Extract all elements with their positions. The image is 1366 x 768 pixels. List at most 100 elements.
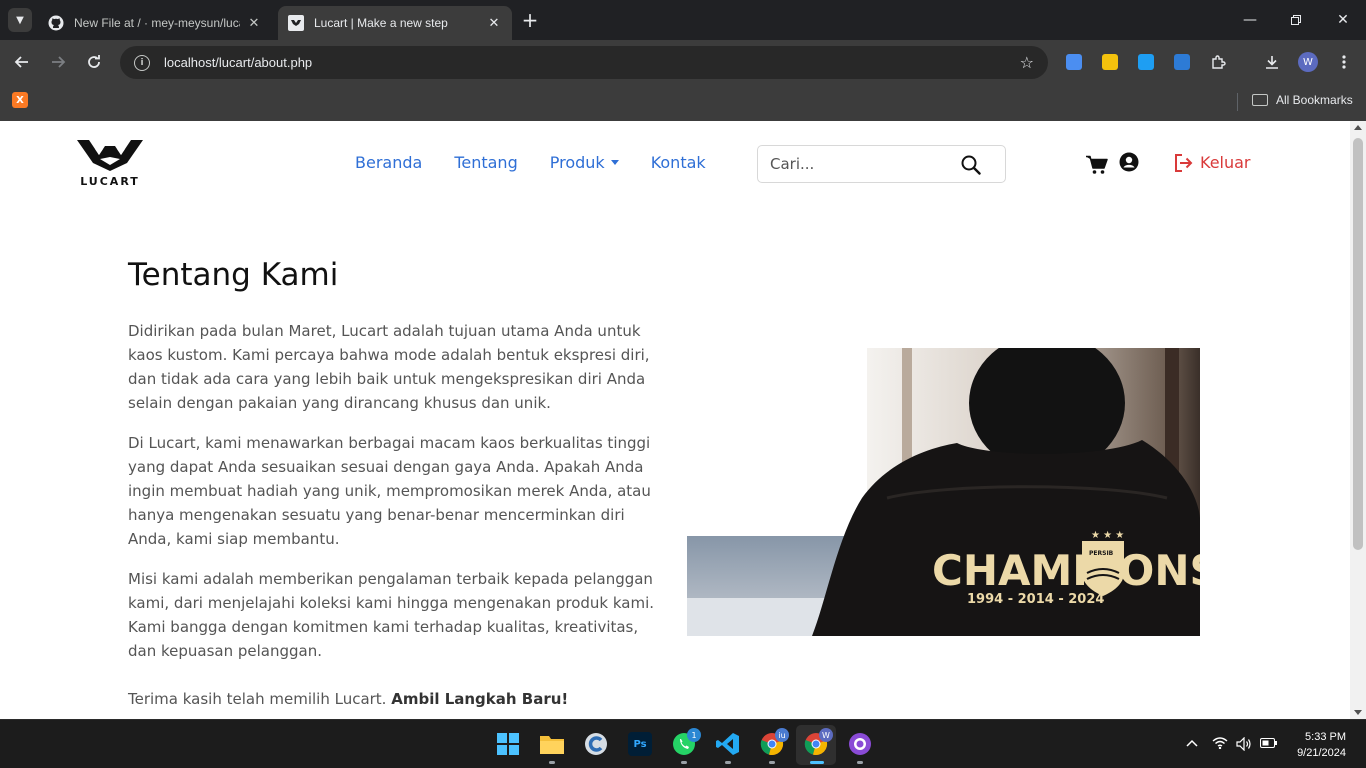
downloads-button[interactable] [1260,50,1284,74]
windows-taskbar: Ps 1 iu W 5:33 PM 9/21/2024 [0,719,1366,768]
browser-toolbar: i localhost/lucart/about.php ☆ W [0,40,1366,85]
extensions-button[interactable] [1206,50,1230,74]
chrome-menu-button[interactable] [1332,50,1356,74]
whatsapp-badge: 1 [687,728,701,742]
browser-tab-strip: ▼ New File at / · mey-meysun/lucart ✕ Lu… [0,0,1366,40]
extension-fi-icon[interactable] [1174,54,1190,70]
url-text: localhost/lucart/about.php [164,55,313,70]
main-nav: Beranda Tentang Produk Kontak [355,153,706,172]
puzzle-icon [1212,55,1226,69]
arrow-right-icon [52,56,66,68]
taskbar-indicator [549,761,555,764]
close-icon[interactable]: ✕ [486,15,502,31]
vscode-icon[interactable] [716,732,740,756]
closing-slogan: Ambil Langkah Baru! [391,690,569,708]
logout-button[interactable]: Keluar [1174,153,1251,172]
chevron-up-icon[interactable] [1186,739,1198,747]
closing-text: Terima kasih telah memilih Lucart. [128,690,392,708]
github-desktop-icon[interactable] [848,732,872,756]
start-button[interactable] [496,732,520,756]
tab-lucart-about[interactable]: Lucart | Make a new step ✕ [278,6,512,40]
tab-title: Lucart | Make a new step [314,16,448,30]
clock-date: 9/21/2024 [1297,747,1346,759]
extension-docs-icon[interactable] [1066,54,1082,70]
address-bar[interactable]: i localhost/lucart/about.php ☆ [120,46,1048,79]
minimize-button[interactable]: — [1238,8,1262,32]
battery-icon[interactable] [1260,737,1278,749]
user-account-icon[interactable] [1119,152,1139,172]
lucart-favicon-icon [288,15,304,31]
site-logo[interactable]: LUCART [75,137,145,189]
nav-products-label: Produk [549,153,605,172]
about-paragraph-3: Misi kami adalah memberikan pengalaman t… [128,570,655,660]
close-icon[interactable]: ✕ [246,15,262,31]
all-bookmarks-button[interactable]: All Bookmarks [1252,93,1353,107]
arrow-left-icon [14,56,28,68]
page-title: Tentang Kami [128,257,339,293]
search-icon[interactable] [961,155,981,175]
bookmarks-divider [1237,93,1238,111]
system-clock[interactable]: 5:33 PM 9/21/2024 [1290,729,1346,761]
more-vertical-icon [1342,55,1346,69]
logout-icon [1175,153,1193,172]
nav-link-home[interactable]: Beranda [355,153,422,172]
taskbar-indicator [769,761,775,764]
svg-text:★ ★ ★: ★ ★ ★ [1091,530,1124,541]
extension-camera-icon[interactable] [1138,54,1154,70]
volume-icon[interactable] [1236,737,1252,751]
xampp-bookmark-icon[interactable]: X [12,92,28,108]
logout-label: Keluar [1200,153,1251,172]
file-explorer-icon[interactable] [540,732,564,756]
extension-folder-icon[interactable] [1102,54,1118,70]
site-info-icon[interactable]: i [134,54,150,71]
back-button[interactable] [10,50,34,74]
clock-time: 5:33 PM [1305,731,1346,743]
taskbar-indicator [857,761,863,764]
bookmark-star-icon[interactable]: ☆ [1020,53,1034,72]
page-viewport: LUCART Beranda Tentang Produk Kontak Car… [0,121,1350,719]
scroll-down-icon[interactable] [1354,710,1362,715]
folder-icon [1252,94,1268,106]
close-window-button[interactable]: ✕ [1331,8,1355,32]
chrome-profile-badge: iu [775,728,789,742]
about-paragraph-1: Didirikan pada bulan Maret, Lucart adala… [128,322,650,412]
nav-link-about[interactable]: Tentang [454,153,517,172]
taskbar-indicator [681,761,687,764]
download-icon [1266,56,1278,69]
restore-button[interactable] [1284,8,1308,32]
tab-search-button[interactable]: ▼ [8,8,32,32]
chevron-down-icon: ▼ [16,14,24,26]
all-bookmarks-label: All Bookmarks [1276,93,1353,107]
reload-button[interactable] [82,50,106,74]
reload-icon [88,55,100,68]
about-closing: Terima kasih telah memilih Lucart. Ambil… [128,687,668,711]
cart-icon[interactable] [1086,155,1108,175]
github-icon [48,15,64,31]
taskbar-active-indicator [810,761,824,764]
photoshop-icon[interactable]: Ps [628,732,652,756]
restore-icon [1291,15,1301,25]
page-scrollbar[interactable] [1350,121,1366,719]
windows-icon [497,733,519,755]
nav-dropdown-products[interactable]: Produk [550,153,619,172]
nav-link-contact[interactable]: Kontak [651,153,706,172]
ccleaner-icon[interactable] [584,732,608,756]
shirt-print-text: CHAMPIONS [932,546,1200,595]
lucart-logo-icon [77,140,143,171]
about-paragraph-2: Di Lucart, kami menawarkan berbagai maca… [128,434,651,548]
about-photo: CHAMPIONS 1994 - 2014 - 2024 PERSIB ★ ★ … [687,348,1200,636]
search-input[interactable] [770,155,950,173]
logo-text: LUCART [80,175,140,188]
crest-text: PERSIB [1089,550,1114,557]
forward-button[interactable] [46,50,70,74]
profile-avatar[interactable]: W [1298,52,1318,72]
chrome-active-badge: W [819,728,833,742]
scroll-up-icon[interactable] [1354,125,1362,130]
scrollbar-thumb[interactable] [1353,138,1363,550]
tab-github-new-file[interactable]: New File at / · mey-meysun/lucart ✕ [38,6,272,40]
bookmarks-bar: X All Bookmarks [0,85,1366,121]
new-tab-button[interactable]: + [520,10,540,30]
caret-down-icon [610,160,619,165]
tab-title: New File at / · mey-meysun/lucart [74,16,240,30]
wifi-icon[interactable] [1212,737,1228,749]
